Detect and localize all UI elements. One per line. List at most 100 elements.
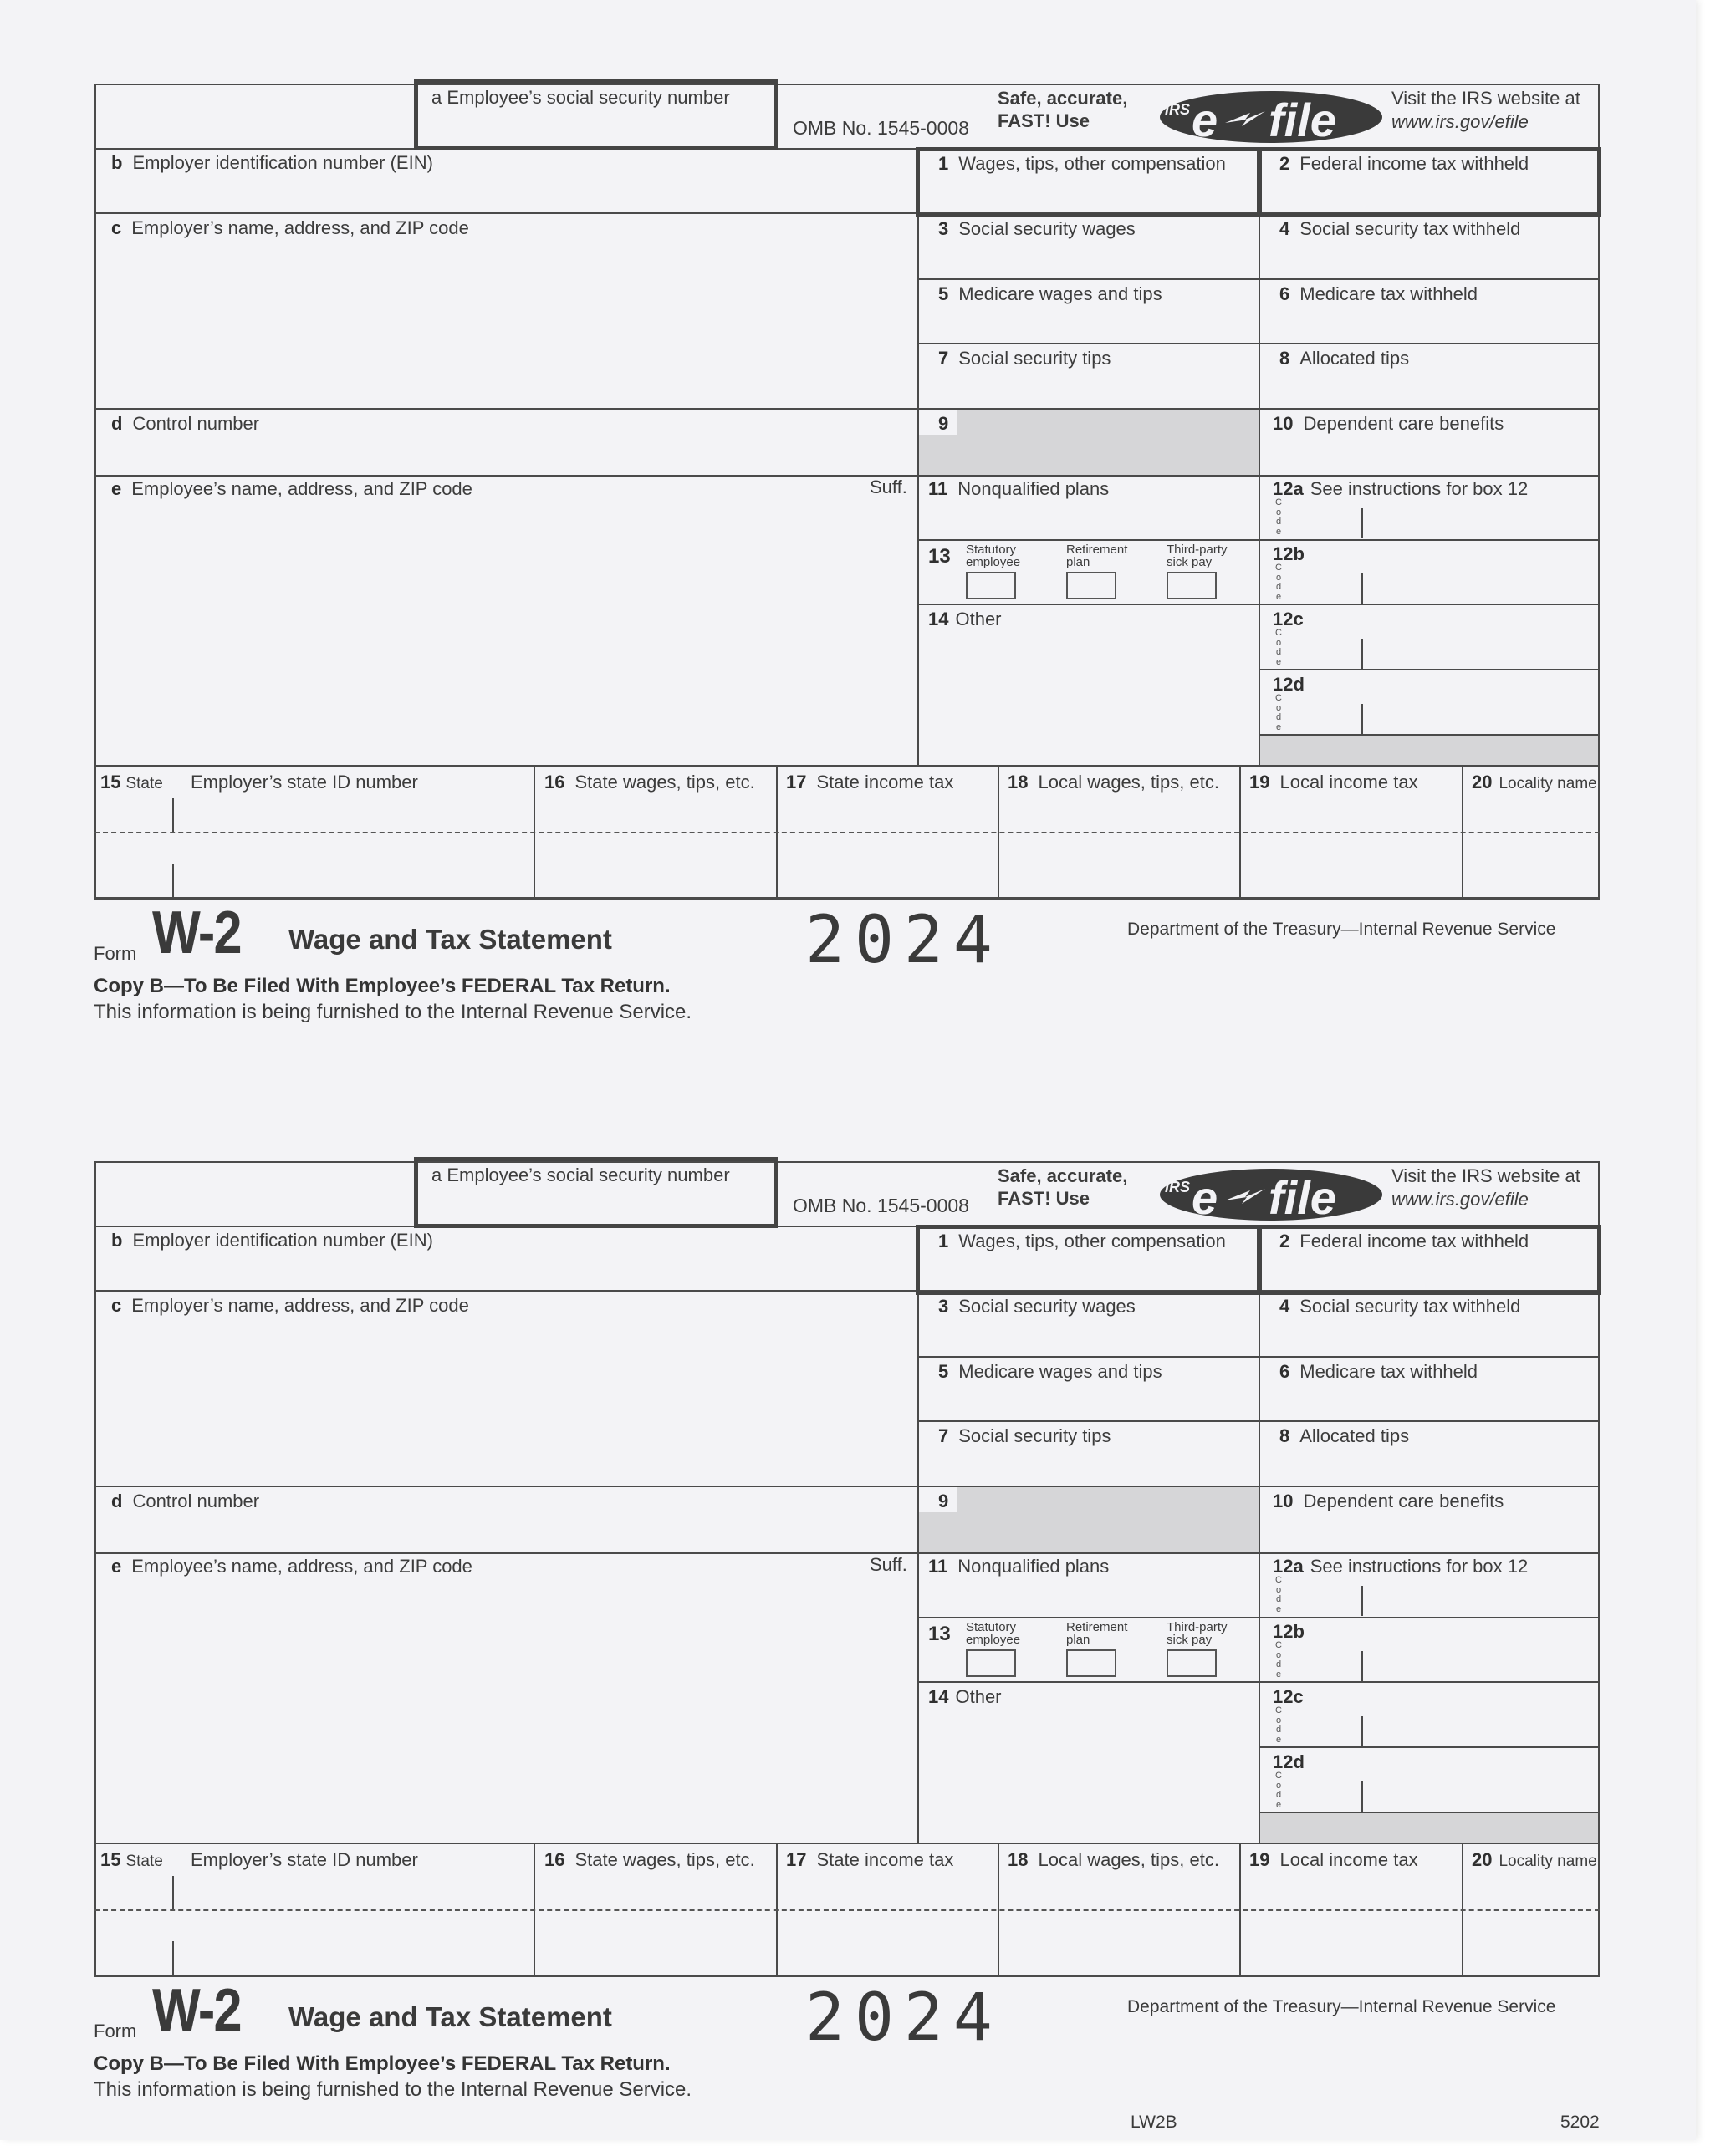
box-12d-amount-field[interactable] (1365, 1775, 1597, 1812)
box-9-label: 9 (938, 1491, 949, 1511)
box-c-employer-field[interactable] (96, 238, 916, 405)
box-12d-code-field[interactable] (1288, 697, 1360, 734)
third-party-sick-pay-checkbox[interactable] (1167, 572, 1217, 599)
box-12d-code-field[interactable] (1288, 1775, 1360, 1812)
box-15-state-field[interactable] (96, 1872, 171, 1909)
box-12c-amount-field[interactable] (1365, 632, 1597, 669)
box-12d-amount-field[interactable] (1365, 697, 1597, 734)
box-12c-code-field[interactable] (1288, 1710, 1360, 1746)
box-14-label: 14 Other (928, 1686, 1002, 1707)
box-a-label: a Employee’s social security number (431, 1165, 730, 1185)
box-3-field[interactable] (919, 1318, 1257, 1355)
box-5-field[interactable] (919, 305, 1257, 342)
irs-efile-link[interactable]: www.irs.gov/efile (1391, 111, 1529, 133)
statutory-employee-checkbox[interactable] (966, 1649, 1016, 1677)
box-6-field[interactable] (1260, 305, 1598, 342)
statutory-employee-checkbox[interactable] (966, 572, 1016, 599)
box-15-state-id-field[interactable] (176, 1872, 532, 1909)
box-12b-amount-field[interactable] (1365, 567, 1597, 604)
box-12c-amount-field[interactable] (1365, 1710, 1597, 1746)
box-15-state-field[interactable] (96, 794, 171, 831)
box-4-field[interactable] (1260, 241, 1598, 278)
form-word: Form (94, 943, 137, 964)
form-word: Form (94, 2021, 137, 2041)
box-8-field[interactable] (1260, 1447, 1598, 1484)
box-e-employee-field[interactable] (96, 502, 916, 762)
box-13-label: 13 (928, 1623, 951, 1645)
form-title: Wage and Tax Statement (288, 2001, 612, 2032)
box-12b-code-field[interactable] (1288, 1644, 1360, 1681)
box-b-ein-field[interactable] (96, 171, 916, 212)
box-20-field[interactable] (1463, 794, 1597, 831)
svg-text:file: file (1269, 1171, 1336, 1224)
box-12a-label: 12a See instructions for box 12 (1273, 478, 1529, 499)
box-18-field[interactable] (999, 794, 1238, 831)
box-d-control-field[interactable] (96, 435, 916, 473)
box-9-label: 9 (938, 413, 949, 434)
omb-number: OMB No. 1545-0008 (793, 117, 969, 139)
box-11-field[interactable] (919, 1577, 1257, 1616)
box-5-label: 5 Medicare wages and tips (938, 283, 1162, 304)
box-7-field[interactable] (919, 370, 1257, 406)
retirement-plan-checkbox[interactable] (1066, 572, 1116, 599)
box-5-field[interactable] (919, 1383, 1257, 1419)
box-6-field[interactable] (1260, 1383, 1598, 1419)
col-line (776, 765, 778, 897)
retirement-plan-checkbox[interactable] (1066, 1649, 1116, 1677)
box-17-field[interactable] (778, 1872, 996, 1909)
visit-irs-text: Visit the IRS website at (1391, 88, 1580, 109)
box-7-label: 7 Social security tips (938, 1425, 1111, 1446)
box-14-field[interactable] (919, 631, 1257, 763)
box-12b-code-field[interactable] (1288, 567, 1360, 604)
code-letter: C (1275, 693, 1282, 703)
form-name: W-2 (152, 1977, 243, 2044)
box-14-field[interactable] (919, 1709, 1257, 1841)
box-15-state-id-field[interactable] (176, 794, 532, 831)
box-12a-code-field[interactable] (1288, 1579, 1360, 1616)
box-17-field[interactable] (778, 794, 996, 831)
box-10-field[interactable] (1260, 1512, 1598, 1551)
box-19-field[interactable] (1241, 794, 1460, 831)
efile-tagline: FAST! Use (998, 110, 1090, 131)
copy-b-text: Copy B—To Be Filed With Employee’s FEDER… (94, 975, 671, 997)
box-8-field[interactable] (1260, 370, 1598, 406)
code-letter: C (1275, 1575, 1282, 1585)
box-e-employee-field[interactable] (96, 1579, 916, 1840)
box-3-field[interactable] (919, 241, 1257, 278)
box-12a-amount-field[interactable] (1365, 1579, 1597, 1616)
box-4-field[interactable] (1260, 1318, 1598, 1355)
box-b-ein-field[interactable] (96, 1249, 916, 1289)
code-divider (1361, 704, 1363, 734)
box-c-employer-field[interactable] (96, 1316, 916, 1483)
box-12a-amount-field[interactable] (1365, 502, 1597, 538)
box-16-field[interactable] (535, 794, 774, 831)
box-16-field[interactable] (535, 1872, 774, 1909)
third-party-sick-pay-label: Third-party sick pay (1167, 543, 1228, 569)
code-letter: e (1275, 721, 1282, 732)
row-line (94, 475, 1600, 477)
code-divider (1361, 1651, 1363, 1681)
irs-efile-link[interactable]: www.irs.gov/efile (1391, 1189, 1529, 1211)
box-e-label: e Employee’s name, address, and ZIP code (111, 1556, 472, 1577)
box-2-label: 2 Federal income tax withheld (1279, 1231, 1529, 1251)
box-19-field[interactable] (1241, 1872, 1460, 1909)
box-12b-amount-field[interactable] (1365, 1644, 1597, 1681)
irs-efile-logo-icon: IRS e file (1160, 1169, 1382, 1224)
box-3-label: 3 Social security wages (938, 218, 1136, 239)
box-12c-code-field[interactable] (1288, 632, 1360, 669)
box-11-field[interactable] (919, 500, 1257, 538)
code-letter: d (1275, 712, 1282, 722)
code-letter: C (1275, 1640, 1282, 1650)
box-7-field[interactable] (919, 1447, 1257, 1484)
box-d-control-field[interactable] (96, 1512, 916, 1551)
box-12a-code-field[interactable] (1288, 502, 1360, 538)
col-line (998, 765, 999, 897)
tax-year: 2024 (805, 903, 1003, 978)
third-party-sick-pay-checkbox[interactable] (1167, 1649, 1217, 1677)
retirement-plan-label: Retirement plan (1066, 1620, 1128, 1647)
box-20-field[interactable] (1463, 1872, 1597, 1909)
box-18-field[interactable] (999, 1872, 1238, 1909)
box-10-field[interactable] (1260, 435, 1598, 473)
box-18-label: 18 Local wages, tips, etc. (1008, 1849, 1219, 1870)
furnish-text: This information is being furnished to t… (94, 2078, 692, 2101)
